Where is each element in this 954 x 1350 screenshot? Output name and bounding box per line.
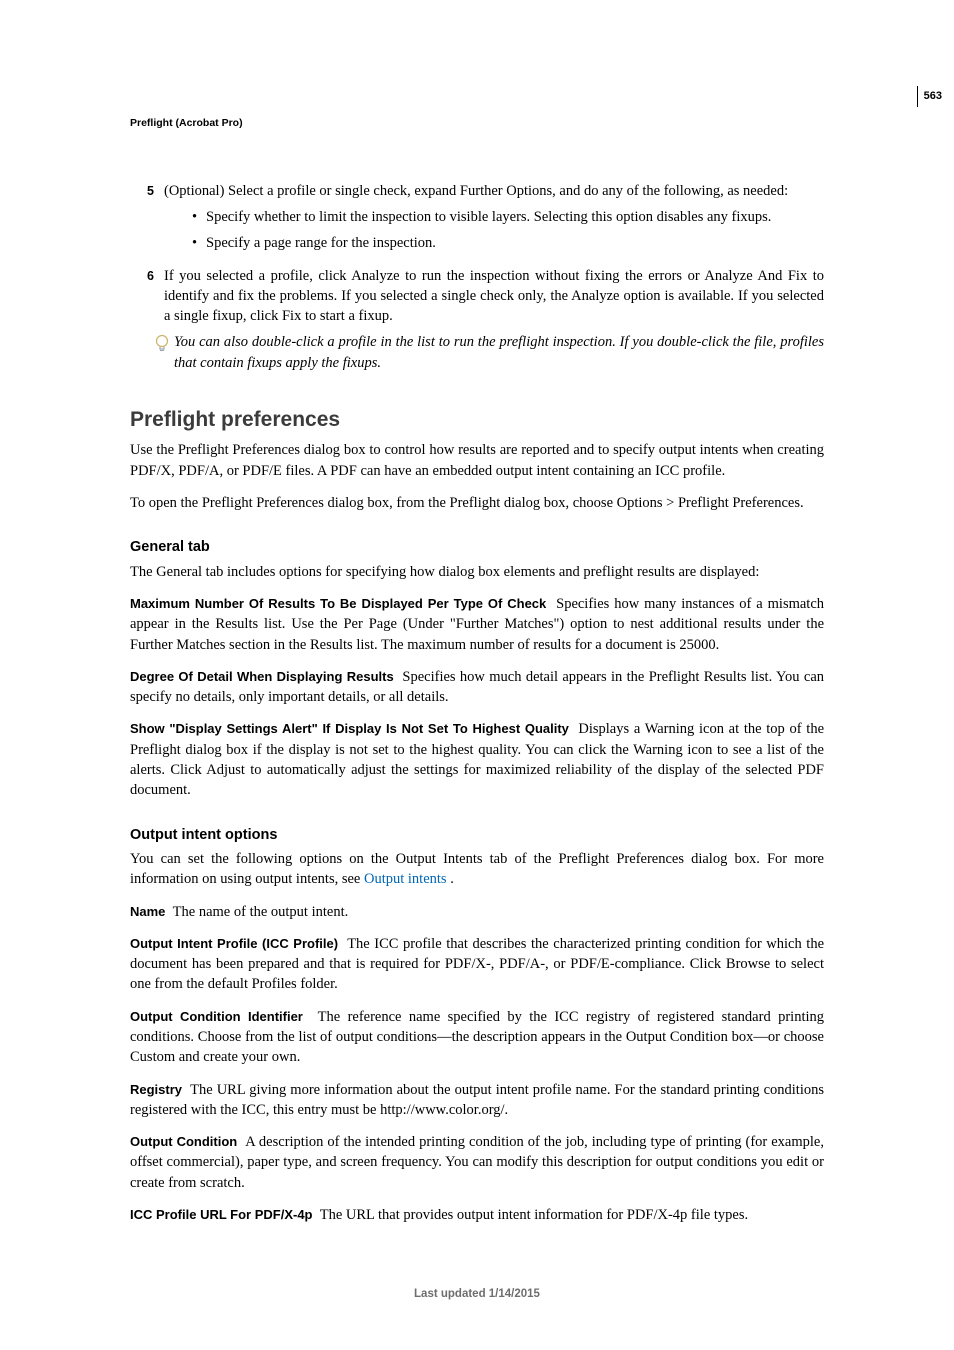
option-desc: The name of the output intent. (173, 904, 349, 920)
text: . (447, 871, 454, 887)
option-term: Output Condition Identifier (130, 1009, 303, 1024)
step-number: 6 (130, 266, 164, 327)
step-5-bullets: Specify whether to limit the inspection … (164, 207, 824, 254)
paragraph: Use the Preflight Preferences dialog box… (130, 440, 824, 481)
bullet-item: Specify whether to limit the inspection … (192, 207, 824, 227)
document-page: 563 Preflight (Acrobat Pro) 5 (Optional)… (0, 0, 954, 1350)
tip-block: You can also double-click a profile in t… (154, 332, 824, 373)
page-footer: Last updated 1/14/2015 (0, 1286, 954, 1302)
option-icc-profile: Output Intent Profile (ICC Profile) The … (130, 934, 824, 995)
option-term: Degree Of Detail When Displaying Results (130, 669, 394, 684)
option-term: Name (130, 904, 165, 919)
option-registry: Registry The URL giving more information… (130, 1080, 824, 1121)
text: You can set the following options on the… (130, 851, 824, 887)
option-term: Output Condition (130, 1134, 237, 1149)
step-5-text: (Optional) Select a profile or single ch… (164, 183, 788, 199)
heading-preflight-preferences: Preflight preferences (130, 405, 824, 434)
option-term: Output Intent Profile (ICC Profile) (130, 936, 338, 951)
option-term: Maximum Number Of Results To Be Displaye… (130, 596, 546, 611)
option-degree-detail: Degree Of Detail When Displaying Results… (130, 667, 824, 708)
step-body: (Optional) Select a profile or single ch… (164, 181, 824, 260)
option-term: ICC Profile URL For PDF/X-4p (130, 1207, 313, 1222)
option-term: Registry (130, 1082, 182, 1097)
step-6-text: If you selected a profile, click Analyze… (164, 266, 824, 327)
heading-general-tab: General tab (130, 537, 824, 557)
option-desc: The URL that provides output intent info… (320, 1207, 748, 1223)
chapter-title: Preflight (Acrobat Pro) (130, 116, 824, 131)
option-output-condition: Output Condition A description of the in… (130, 1132, 824, 1193)
option-desc: The URL giving more information about th… (130, 1082, 824, 1118)
option-condition-identifier: Output Condition Identifier The referenc… (130, 1007, 824, 1068)
option-name: Name The name of the output intent. (130, 902, 824, 922)
bullet-item: Specify a page range for the inspection. (192, 233, 824, 253)
step-number: 5 (130, 181, 164, 260)
paragraph: To open the Preflight Preferences dialog… (130, 493, 824, 513)
page-number: 563 (917, 86, 942, 107)
paragraph: The General tab includes options for spe… (130, 562, 824, 582)
heading-output-intent: Output intent options (130, 825, 824, 845)
step-5: 5 (Optional) Select a profile or single … (130, 181, 824, 260)
option-max-results: Maximum Number Of Results To Be Displaye… (130, 594, 824, 655)
step-6: 6 If you selected a profile, click Analy… (130, 266, 824, 327)
output-intents-link[interactable]: Output intents (364, 871, 447, 887)
option-icc-url: ICC Profile URL For PDF/X-4p The URL tha… (130, 1205, 824, 1225)
lightbulb-icon (154, 332, 174, 360)
option-display-alert: Show "Display Settings Alert" If Display… (130, 719, 824, 800)
output-intro: You can set the following options on the… (130, 849, 824, 890)
option-term: Show "Display Settings Alert" If Display… (130, 721, 569, 736)
tip-text: You can also double-click a profile in t… (174, 332, 824, 373)
